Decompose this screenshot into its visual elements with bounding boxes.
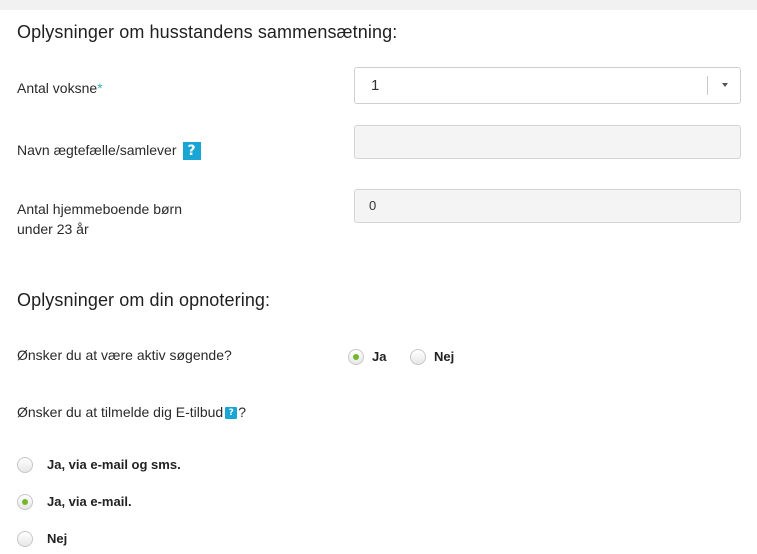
partner-label-text: Navn ægtefælle/samlever xyxy=(17,142,177,158)
radio-checked-icon[interactable] xyxy=(17,493,33,510)
children-count-input[interactable]: 0 xyxy=(354,189,741,223)
active-seeker-no-label: Nej xyxy=(434,348,455,364)
e-offers-question-text: Ønsker du at tilmelde dig E-tilbud xyxy=(17,404,224,420)
adults-label: Antal voksne* xyxy=(17,78,103,98)
e-offers-question: Ønsker du at tilmelde dig E-tilbud?? xyxy=(17,402,246,422)
help-icon[interactable]: ? xyxy=(182,142,201,161)
radio-checked-icon[interactable] xyxy=(348,348,364,365)
e-offers-question-suffix: ? xyxy=(238,404,247,420)
radio-unchecked-icon[interactable] xyxy=(17,456,33,473)
adults-label-text: Antal voksne xyxy=(17,80,98,96)
active-seeker-yes[interactable]: Ja xyxy=(348,347,386,366)
e-offers-option-email-sms[interactable]: Ja, via e-mail og sms. xyxy=(17,455,181,474)
active-seeker-yes-label: Ja xyxy=(372,348,387,364)
e-offers-option-no[interactable]: Nej xyxy=(17,529,67,548)
select-separator xyxy=(707,76,708,95)
e-offers-option-email-sms-label: Ja, via e-mail og sms. xyxy=(47,456,181,472)
children-label-line1: Antal hjemmeboende børn xyxy=(17,201,182,217)
active-seeker-question: Ønsker du at være aktiv søgende? xyxy=(17,347,232,363)
children-count-value: 0 xyxy=(369,198,377,213)
e-offers-option-email[interactable]: Ja, via e-mail. xyxy=(17,492,132,511)
chevron-down-icon[interactable] xyxy=(722,83,728,87)
children-label: Antal hjemmeboende børn under 23 år xyxy=(17,199,182,239)
adults-select-value: 1 xyxy=(371,77,380,94)
radio-unchecked-icon[interactable] xyxy=(17,530,33,547)
adults-select[interactable]: 1 xyxy=(354,67,741,104)
partner-name-input[interactable] xyxy=(354,125,741,159)
help-icon[interactable]: ? xyxy=(225,407,238,420)
active-seeker-no[interactable]: Nej xyxy=(410,347,454,366)
registration-section-title: Oplysninger om din opnotering: xyxy=(17,290,271,310)
household-section-title: Oplysninger om husstandens sammensætning… xyxy=(17,22,398,42)
partner-label: Navn ægtefælle/samlever? xyxy=(17,140,201,161)
children-label-line2: under 23 år xyxy=(17,221,89,237)
radio-unchecked-icon[interactable] xyxy=(410,348,426,365)
required-mark: * xyxy=(97,80,103,96)
e-offers-option-email-label: Ja, via e-mail. xyxy=(47,493,132,509)
e-offers-option-no-label: Nej xyxy=(47,530,68,546)
top-divider xyxy=(0,0,757,10)
